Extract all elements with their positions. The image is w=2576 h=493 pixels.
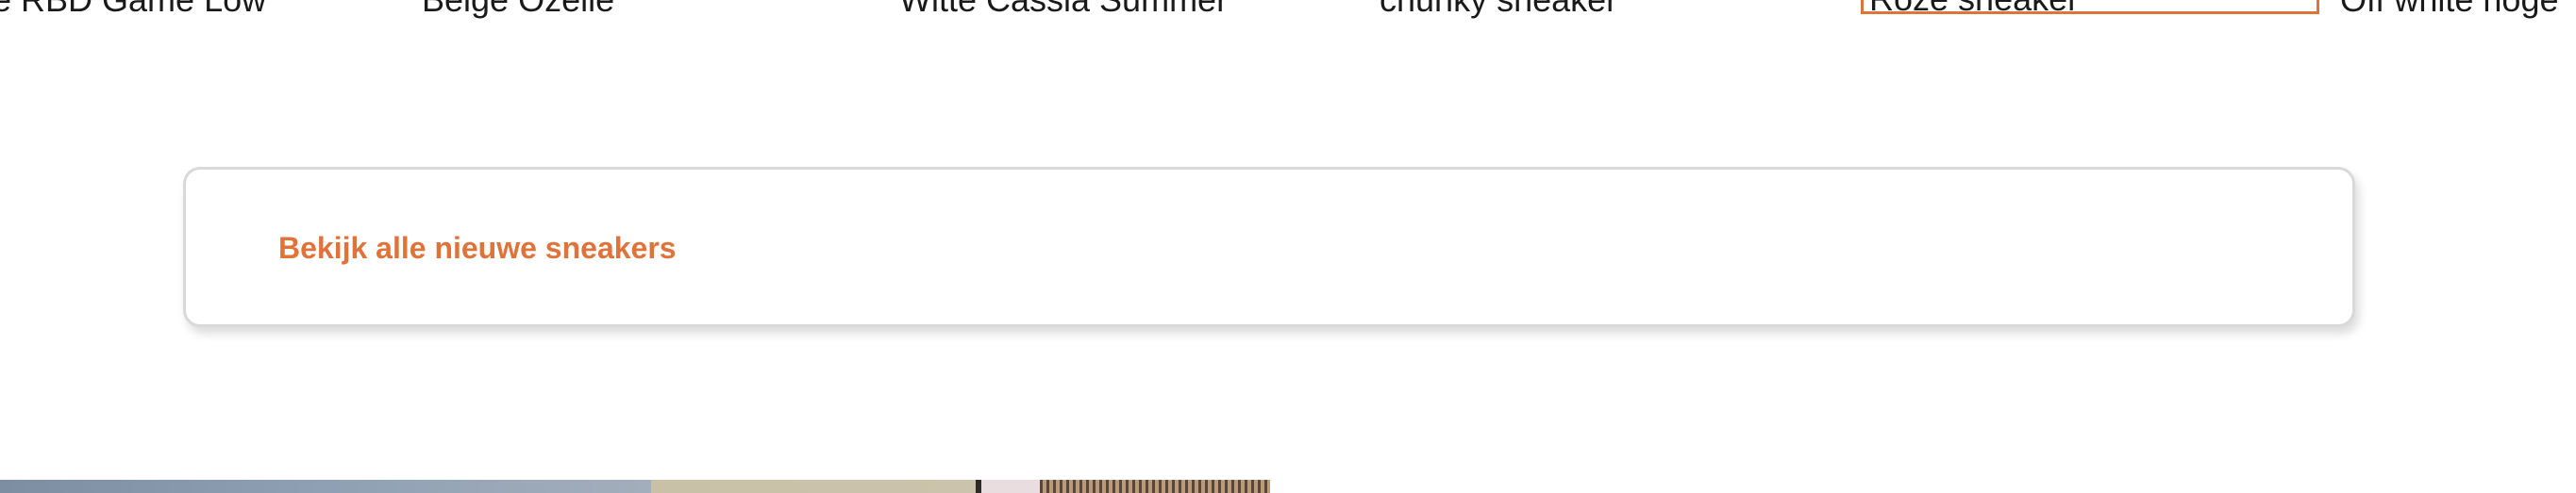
banner-image-wood	[1040, 480, 1270, 493]
view-all-new-sneakers-link[interactable]: Bekijk alle nieuwe sneakers	[278, 231, 677, 266]
product-carousel-names: e RBD Game Low Beige Ozelle Witte Cassia…	[0, 0, 2576, 28]
banner-image-sand	[651, 480, 976, 493]
product-name-witte-cassia-summer[interactable]: Witte Cassia Summer	[899, 0, 1228, 17]
product-name-chunky-sneaker[interactable]: chunky sneaker	[1380, 0, 1617, 17]
product-name-off-white-hoge[interactable]: Off white hoge	[2340, 0, 2559, 17]
banner-image-sky	[0, 480, 651, 493]
view-all-card[interactable]: Bekijk alle nieuwe sneakers	[183, 167, 2355, 327]
banner-image-pink	[981, 480, 1040, 493]
product-name-beige-ozelle[interactable]: Beige Ozelle	[422, 0, 614, 17]
product-name-roze-sneaker[interactable]: Roze sneaker	[1861, 0, 2319, 16]
banner-image-strip	[0, 480, 1270, 493]
product-name-rbd-game-low[interactable]: e RBD Game Low	[0, 0, 266, 17]
